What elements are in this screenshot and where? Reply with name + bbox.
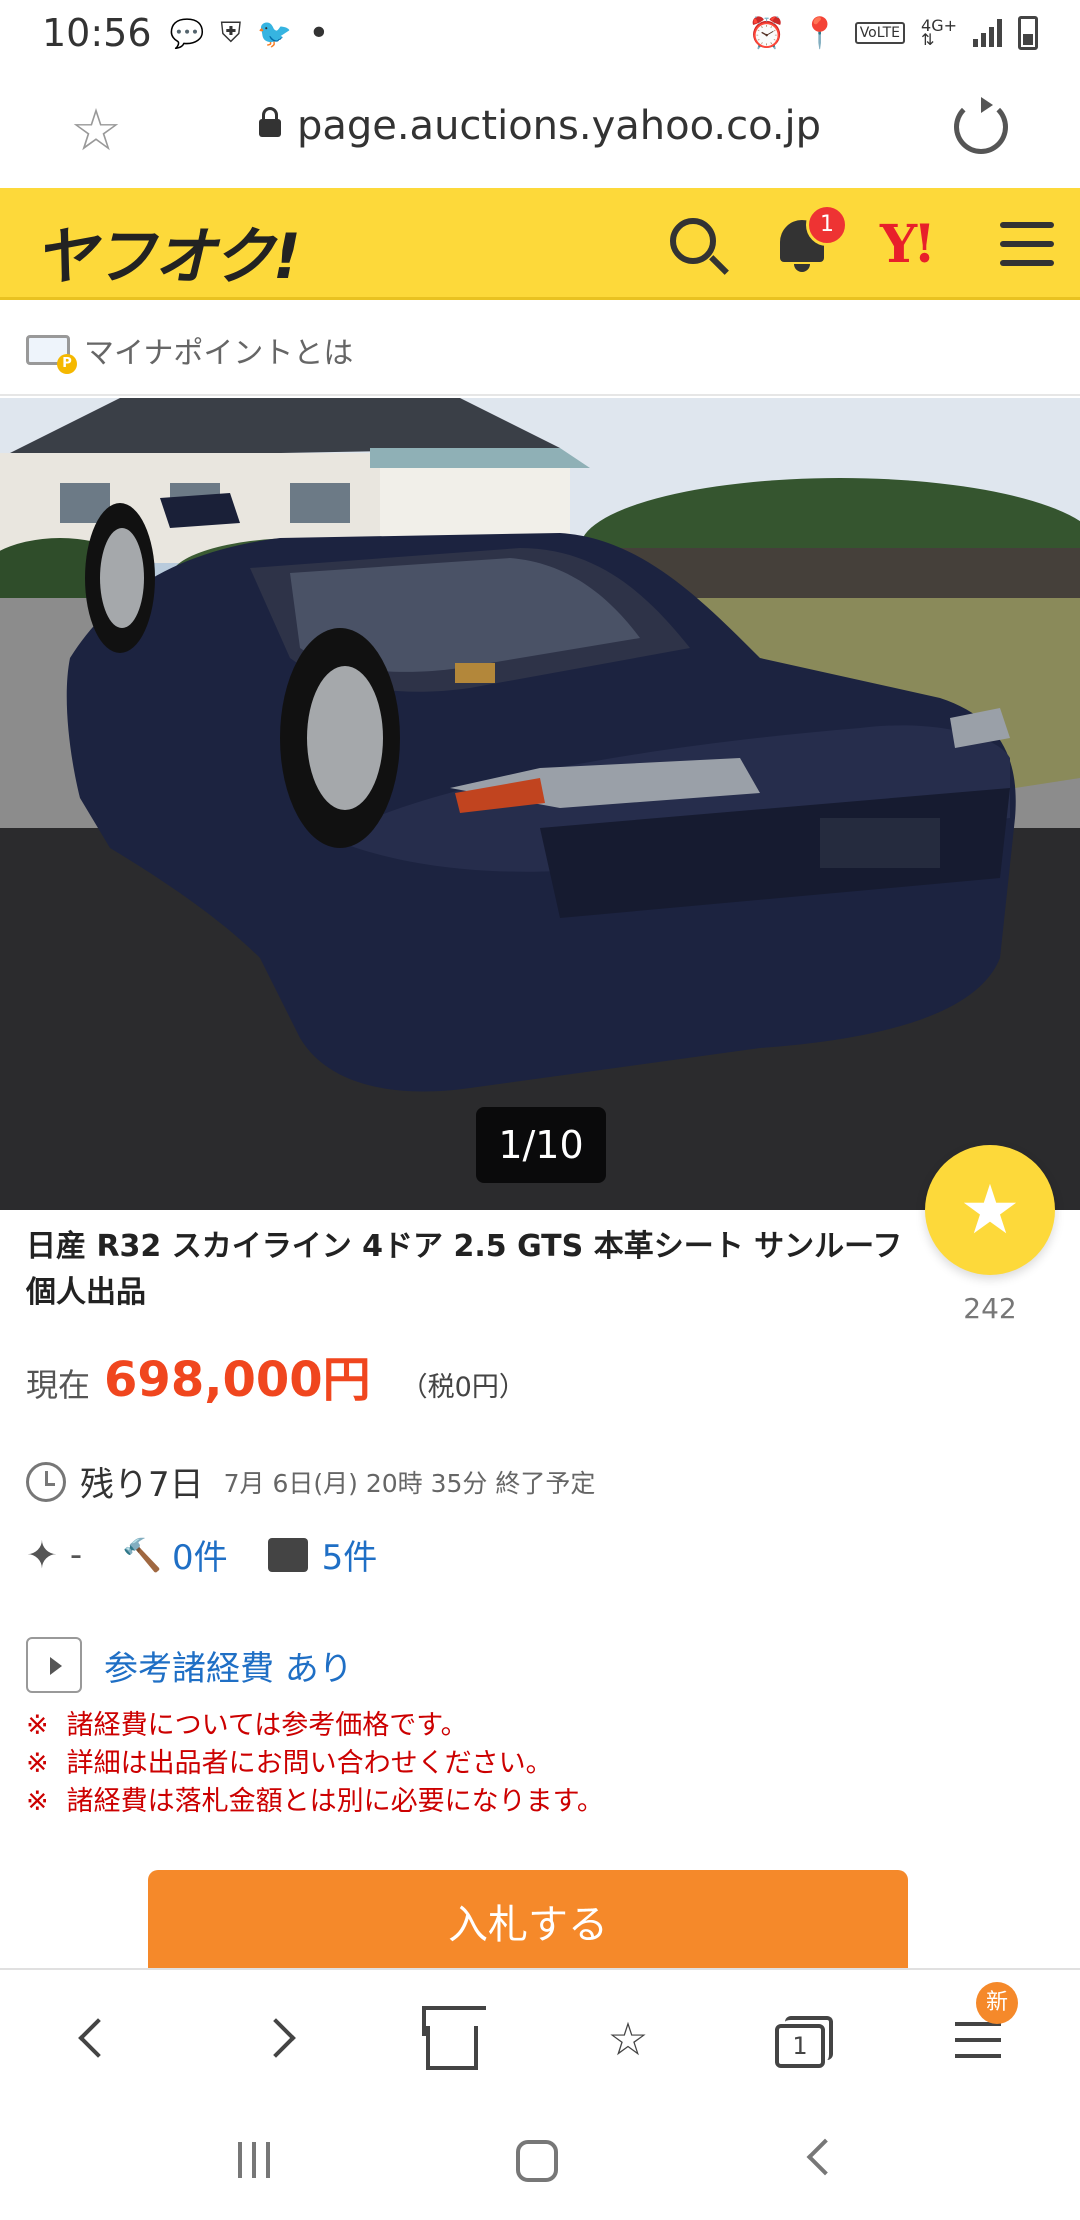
chevron-left-icon bbox=[78, 2018, 118, 2058]
signal-icon bbox=[973, 19, 1002, 47]
reload-icon[interactable] bbox=[954, 97, 1008, 154]
price-label: 現在 bbox=[26, 1366, 91, 1404]
forward-button[interactable] bbox=[246, 2010, 306, 2070]
star-icon: ★ bbox=[959, 1170, 1021, 1250]
system-home-button[interactable] bbox=[516, 2140, 558, 2182]
remaining-time: 残り7日 bbox=[80, 1465, 204, 1505]
address-field[interactable]: page.auctions.yahoo.co.jp bbox=[0, 103, 1080, 149]
fee-note: ※ 諸経費については参考価格です。 bbox=[26, 1710, 468, 1741]
tax-amount: （税0円） bbox=[400, 1372, 526, 1403]
clock-time: 10:56 bbox=[42, 11, 152, 55]
item-title: 日産 R32 スカイライン 4ドア 2.5 GTS 本革シート サンルーフ 個人… bbox=[26, 1229, 903, 1310]
site-header: ヤフオク! Y! bbox=[0, 188, 1080, 300]
more-notifications-dot: • bbox=[308, 12, 330, 54]
twitter-icon: 🐦 bbox=[257, 16, 293, 50]
sparkle-icon: ✦ bbox=[26, 1532, 58, 1577]
question-count-link[interactable]: 5件 bbox=[322, 1530, 378, 1579]
current-price: 698,000円 bbox=[104, 1352, 371, 1408]
new-badge: 新 bbox=[976, 1982, 1018, 2024]
chat-bubble-icon bbox=[267, 1537, 308, 1572]
stats-row: ✦ - 🔨 0件 5件 bbox=[26, 1530, 377, 1579]
shield-icon: ⛨ bbox=[220, 16, 242, 49]
item-photo[interactable] bbox=[0, 398, 1080, 1210]
browser-url-bar: ☆ page.auctions.yahoo.co.jp bbox=[0, 66, 1080, 188]
notification-badge: 1 bbox=[806, 204, 848, 246]
time-row: 残り7日 7月 6日(月) 20時 35分 終了予定 bbox=[26, 1457, 595, 1506]
bid-button[interactable]: 入札する bbox=[148, 1870, 908, 1970]
location-icon: 📍 bbox=[801, 15, 839, 51]
watch-count: 242 bbox=[963, 1292, 1017, 1325]
expand-arrow-icon[interactable] bbox=[26, 1637, 82, 1693]
search-icon[interactable] bbox=[670, 218, 716, 264]
home-button[interactable] bbox=[422, 2010, 482, 2070]
volte-icon: VoLTE bbox=[854, 22, 906, 44]
tabs-button[interactable]: 1 bbox=[770, 2010, 833, 2070]
recent-apps-button[interactable] bbox=[238, 2142, 270, 2178]
car-photo-illustration bbox=[0, 398, 1080, 1210]
watchlist-button[interactable]: ★ bbox=[925, 1145, 1055, 1275]
network-4g-icon: 4G+ ⇅ bbox=[921, 16, 957, 49]
bookmarks-button[interactable]: ☆ bbox=[598, 2010, 658, 2070]
alarm-icon: ⏰ bbox=[747, 15, 786, 51]
system-navigation-bar bbox=[0, 2098, 1080, 2220]
back-button[interactable] bbox=[68, 2010, 128, 2070]
status-bar: 10:56 💬 ⛨ 🐦 • ⏰ 📍 VoLTE 4G+ ⇅ bbox=[0, 0, 1080, 66]
fees-notes: ※ 諸経費については参考価格です。 ※ 詳細は出品者にお問い合わせください。 ※ 諸経… bbox=[26, 1707, 604, 1821]
url-text: page.auctions.yahoo.co.jp bbox=[296, 103, 822, 149]
home-icon bbox=[426, 2026, 478, 2070]
price-row: 現在 698,000円 （税0円） bbox=[26, 1340, 526, 1410]
mynapoint-link[interactable]: マイナポイントとは bbox=[0, 306, 1080, 396]
reference-fees-toggle[interactable]: 参考諸経費 あり bbox=[26, 1637, 353, 1693]
system-back-button[interactable] bbox=[806, 2138, 844, 2176]
lock-icon bbox=[258, 107, 281, 137]
clock-icon bbox=[26, 1461, 66, 1502]
end-date: 7月 6日(月) 20時 35分 終了予定 bbox=[223, 1468, 596, 1498]
fee-note: ※ 諸経費は落札金額とは別に必要になります。 bbox=[26, 1786, 604, 1817]
reference-fees-label: 参考諸経費 あり bbox=[104, 1648, 353, 1689]
photo-counter: 1/10 bbox=[476, 1107, 606, 1183]
mynapoint-label: マイナポイントとは bbox=[84, 336, 354, 371]
fee-note: ※ 詳細は出品者にお問い合わせください。 bbox=[26, 1748, 553, 1779]
bid-count-link[interactable]: 0件 bbox=[172, 1530, 228, 1579]
yahoo-logo[interactable]: Y! bbox=[880, 214, 936, 275]
gavel-icon: 🔨 bbox=[122, 1535, 162, 1574]
hamburger-menu-icon[interactable] bbox=[1000, 222, 1054, 266]
chevron-right-icon bbox=[256, 2018, 296, 2058]
battery-icon bbox=[1018, 16, 1038, 50]
line-app-icon: 💬 bbox=[169, 16, 205, 50]
browser-toolbar: ☆ 1 bbox=[0, 1968, 1080, 2098]
mynumber-card-icon bbox=[26, 335, 77, 374]
tabs-icon: 1 bbox=[775, 2016, 833, 2068]
rating-value: - bbox=[69, 1534, 83, 1575]
bookmarks-star-icon: ☆ bbox=[607, 2012, 649, 2066]
yahuoku-logo[interactable]: ヤフオク! bbox=[34, 206, 301, 296]
